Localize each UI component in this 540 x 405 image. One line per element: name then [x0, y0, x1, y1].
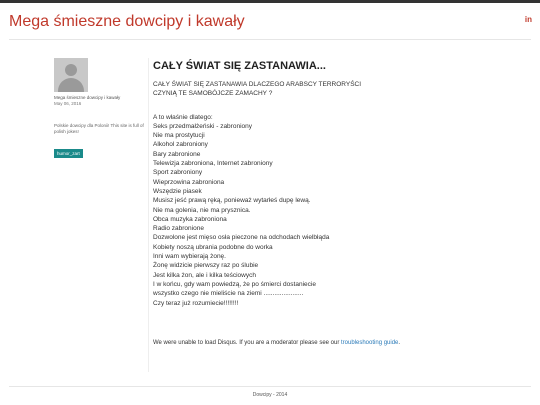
header-divider [9, 39, 531, 40]
avatar-head [65, 64, 77, 76]
troubleshooting-link[interactable]: troubleshooting guide [341, 340, 398, 346]
post-line: Nie ma prostytucji [153, 132, 205, 140]
intro-line: CZYNIĄ TE SAMOBÓJCZE ZAMACHY ? [153, 90, 273, 98]
post-line: Czy teraz już rozumiecie!!!!!!!! [153, 299, 239, 307]
post-line: Nie ma golenia, nie ma prysznica. [153, 206, 251, 214]
post-line: Telewizja zabroniona, Internet zabronion… [153, 160, 273, 168]
footer-divider [9, 386, 531, 387]
author-sidebar: Mega śmieszne dowcipy i kawały May 06, 2… [54, 58, 146, 160]
post-line: Jest kilka żon, ale i kilka teściowych [153, 271, 256, 279]
post-line: Alkohol zabroniony [153, 141, 208, 149]
post-intro: CAŁY ŚWIAT SIĘ ZASTANAWIA DLACZEGO ARABS… [153, 80, 523, 99]
top-bar [0, 0, 540, 3]
post-line: I w końcu, gdy wam powiedzą, że po śmier… [153, 280, 316, 288]
post-line: wszystko czego nie mieliście na ziemi ..… [153, 290, 304, 298]
post-line: Seks przedmałżeński - zabroniony [153, 122, 252, 130]
tag-badge[interactable]: humor_zart [54, 149, 83, 158]
post-date: May 06, 2016 [54, 101, 82, 106]
post-line: Bary zabronione [153, 150, 201, 158]
site-title[interactable]: Mega śmieszne dowcipy i kawały [9, 13, 245, 31]
post-line: Inni wam wybierają żonę. [153, 253, 226, 261]
post-line: Musisz jeść prawą ręką, ponieważ wytarłe… [153, 197, 311, 205]
post-line: Sport zabroniony [153, 169, 203, 177]
post-line: Dozwolone jest mięso osła pieczone na od… [153, 234, 330, 242]
site-description: Polskie dowcipy dla Polonii! This site i… [54, 123, 144, 134]
disqus-notice: We were unable to load Disqus. If you ar… [153, 340, 400, 346]
post-line: Radio zabronione [153, 225, 204, 233]
post-content: CAŁY ŚWIAT SIĘ ZASTANAWIA... CAŁY ŚWIAT … [153, 60, 523, 308]
post-title[interactable]: CAŁY ŚWIAT SIĘ ZASTANAWIA... [153, 60, 523, 72]
post-line: Wszędzie piasek [153, 187, 202, 195]
post-line: A to właśnie dlatego: [153, 113, 213, 121]
avatar[interactable] [54, 58, 88, 92]
post-line: Kobiety noszą ubrania podobne do worka [153, 243, 273, 251]
footer-text: Dowcipy - 2014 [252, 392, 288, 398]
disqus-end: . [398, 340, 401, 346]
post-line: Żonę widzicie pierwszy raz po ślubie [153, 262, 259, 270]
disqus-text: We were unable to load Disqus. If you ar… [153, 340, 341, 346]
post-line: Obca muzyka zabroniona [153, 215, 227, 223]
column-divider [148, 58, 149, 372]
linkedin-icon[interactable]: in [525, 15, 532, 24]
post-body: A to właśnie dlatego: Seks przedmałżeński… [153, 113, 523, 308]
intro-line: CAŁY ŚWIAT SIĘ ZASTANAWIA DLACZEGO ARABS… [153, 81, 362, 88]
avatar-shoulders [58, 78, 84, 92]
post-line: Wieprzowina zabroniona [153, 178, 225, 186]
